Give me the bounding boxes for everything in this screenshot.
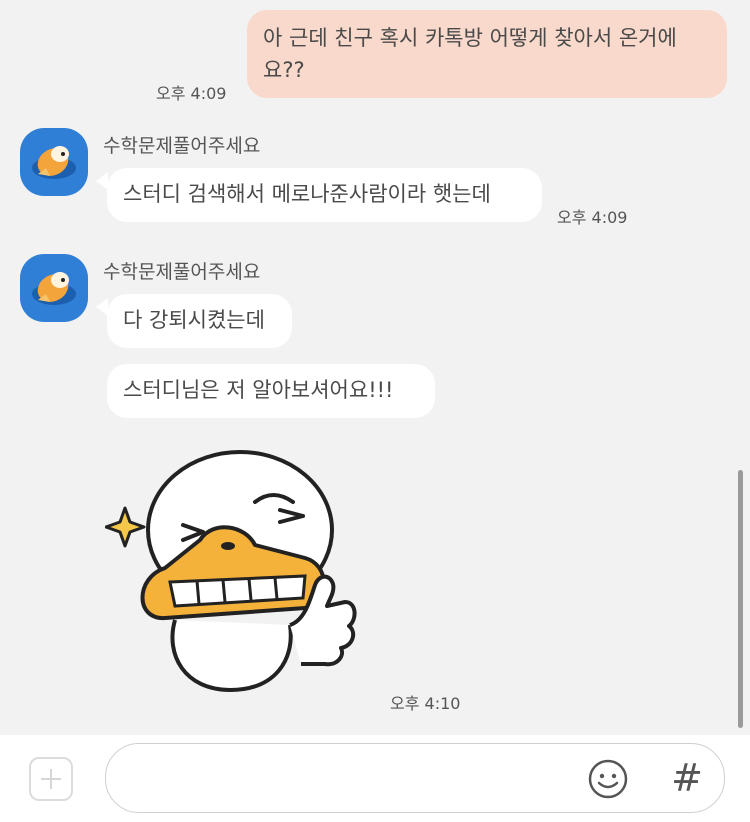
received-message-bubble[interactable]: 스터디 검색해서 메로나준사람이라 햇는데	[107, 168, 542, 222]
received-message-bubble[interactable]: 다 강퇴시켰는데	[107, 294, 292, 348]
avatar[interactable]	[20, 128, 88, 196]
duck-wink-thumbs-up-sticker[interactable]	[105, 450, 370, 695]
smiley-icon[interactable]	[586, 757, 630, 801]
my-message-bubble[interactable]: 아 근데 친구 혹시 카톡방 어떻게 찾아서 온거에요??	[247, 10, 727, 98]
hashtag-button[interactable]: #	[667, 754, 707, 802]
character-avatar-icon	[32, 146, 76, 179]
plus-icon[interactable]	[29, 757, 73, 801]
scrollbar[interactable]	[738, 470, 743, 728]
sender-name: 수학문제풀어주세요	[103, 135, 261, 157]
sender-name: 수학문제풀어주세요	[103, 261, 261, 283]
message-time: 오후 4:09	[156, 84, 227, 103]
message-input[interactable]	[105, 743, 725, 813]
avatar[interactable]	[20, 254, 88, 322]
character-avatar-icon	[32, 272, 76, 305]
message-time: 오후 4:09	[557, 208, 628, 227]
received-message-bubble[interactable]: 스터디님은 저 알아보셔어요!!!	[107, 364, 435, 418]
message-time: 오후 4:10	[390, 694, 461, 713]
chat-area[interactable]: 오후 4:09 아 근데 친구 혹시 카톡방 어떻게 찾아서 온거에요?? 수학…	[0, 0, 750, 735]
